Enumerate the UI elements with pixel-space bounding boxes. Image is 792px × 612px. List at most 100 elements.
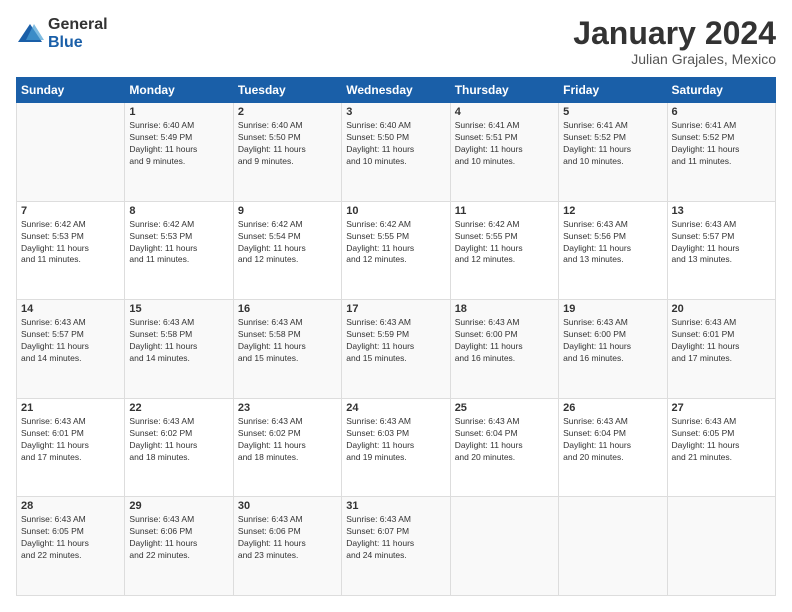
day-info: Sunrise: 6:43 AM Sunset: 5:57 PM Dayligh… (21, 317, 120, 365)
logo-blue-text: Blue (48, 34, 108, 52)
day-number: 11 (455, 205, 554, 217)
day-info: Sunrise: 6:43 AM Sunset: 5:59 PM Dayligh… (346, 317, 445, 365)
day-number: 9 (238, 205, 337, 217)
day-of-week-header: Friday (559, 78, 667, 103)
day-number: 13 (672, 205, 771, 217)
calendar-cell: 28 Sunrise: 6:43 AM Sunset: 6:05 PM Dayli… (17, 497, 125, 596)
calendar-cell: 10 Sunrise: 6:42 AM Sunset: 5:55 PM Dayli… (342, 201, 450, 300)
day-info: Sunrise: 6:43 AM Sunset: 6:04 PM Dayligh… (563, 416, 662, 464)
calendar-cell: 3 Sunrise: 6:40 AM Sunset: 5:50 PM Daylig… (342, 103, 450, 202)
page: General Blue January 2024 Julian Grajale… (0, 0, 792, 612)
calendar-week-row: 21 Sunrise: 6:43 AM Sunset: 6:01 PM Dayli… (17, 398, 776, 497)
day-info: Sunrise: 6:43 AM Sunset: 6:05 PM Dayligh… (672, 416, 771, 464)
day-of-week-header: Tuesday (233, 78, 341, 103)
day-info: Sunrise: 6:43 AM Sunset: 6:04 PM Dayligh… (455, 416, 554, 464)
calendar-body: 1 Sunrise: 6:40 AM Sunset: 5:49 PM Daylig… (17, 103, 776, 596)
location-subtitle: Julian Grajales, Mexico (573, 51, 776, 67)
calendar-cell: 19 Sunrise: 6:43 AM Sunset: 6:00 PM Dayli… (559, 300, 667, 399)
calendar-cell: 18Sunrise: 6:43 AM Sunset: 6:00 PM Dayli… (450, 300, 558, 399)
day-info: Sunrise: 6:43 AM Sunset: 5:58 PM Dayligh… (238, 317, 337, 365)
title-area: January 2024 Julian Grajales, Mexico (573, 16, 776, 67)
calendar-cell: 30Sunrise: 6:43 AM Sunset: 6:06 PM Dayli… (233, 497, 341, 596)
calendar-cell (450, 497, 558, 596)
logo: General Blue (16, 16, 108, 51)
day-number: 17 (346, 303, 445, 315)
calendar-cell: 4 Sunrise: 6:41 AM Sunset: 5:51 PM Daylig… (450, 103, 558, 202)
calendar-week-row: 1 Sunrise: 6:40 AM Sunset: 5:49 PM Daylig… (17, 103, 776, 202)
calendar-cell: 6Sunrise: 6:41 AM Sunset: 5:52 PM Daylig… (667, 103, 775, 202)
calendar-week-row: 28 Sunrise: 6:43 AM Sunset: 6:05 PM Dayli… (17, 497, 776, 596)
day-of-week-header: Monday (125, 78, 233, 103)
calendar-cell: 13Sunrise: 6:43 AM Sunset: 5:57 PM Dayli… (667, 201, 775, 300)
calendar-cell: 7Sunrise: 6:42 AM Sunset: 5:53 PM Daylig… (17, 201, 125, 300)
logo-icon (16, 20, 44, 48)
calendar-cell (667, 497, 775, 596)
day-number: 8 (129, 205, 228, 217)
day-number: 3 (346, 106, 445, 118)
day-of-week-header: Thursday (450, 78, 558, 103)
day-number: 15 (129, 303, 228, 315)
calendar-week-row: 14 Sunrise: 6:43 AM Sunset: 5:57 PM Dayli… (17, 300, 776, 399)
day-number: 28 (21, 500, 120, 512)
calendar-cell: 22 Sunrise: 6:43 AM Sunset: 6:02 PM Dayli… (125, 398, 233, 497)
calendar-cell: 1 Sunrise: 6:40 AM Sunset: 5:49 PM Daylig… (125, 103, 233, 202)
day-info: Sunrise: 6:43 AM Sunset: 6:07 PM Dayligh… (346, 514, 445, 562)
calendar-cell: 27 Sunrise: 6:43 AM Sunset: 6:05 PM Dayli… (667, 398, 775, 497)
day-info: Sunrise: 6:43 AM Sunset: 6:05 PM Dayligh… (21, 514, 120, 562)
day-number: 16 (238, 303, 337, 315)
day-info: Sunrise: 6:40 AM Sunset: 5:49 PM Dayligh… (129, 120, 228, 168)
day-info: Sunrise: 6:43 AM Sunset: 6:06 PM Dayligh… (238, 514, 337, 562)
header: General Blue January 2024 Julian Grajale… (16, 16, 776, 67)
day-number: 1 (129, 106, 228, 118)
day-info: Sunrise: 6:43 AM Sunset: 6:00 PM Dayligh… (455, 317, 554, 365)
calendar-cell: 11 Sunrise: 6:42 AM Sunset: 5:55 PM Dayli… (450, 201, 558, 300)
calendar-cell: 16 Sunrise: 6:43 AM Sunset: 5:58 PM Dayli… (233, 300, 341, 399)
day-info: Sunrise: 6:42 AM Sunset: 5:55 PM Dayligh… (455, 219, 554, 267)
day-number: 12 (563, 205, 662, 217)
day-info: Sunrise: 6:42 AM Sunset: 5:55 PM Dayligh… (346, 219, 445, 267)
day-number: 29 (129, 500, 228, 512)
calendar-table: SundayMondayTuesdayWednesdayThursdayFrid… (16, 77, 776, 596)
day-number: 25 (455, 402, 554, 414)
day-info: Sunrise: 6:43 AM Sunset: 6:02 PM Dayligh… (129, 416, 228, 464)
day-info: Sunrise: 6:41 AM Sunset: 5:52 PM Dayligh… (672, 120, 771, 168)
day-number: 31 (346, 500, 445, 512)
day-info: Sunrise: 6:43 AM Sunset: 5:58 PM Dayligh… (129, 317, 228, 365)
calendar-cell: 20Sunrise: 6:43 AM Sunset: 6:01 PM Dayli… (667, 300, 775, 399)
day-info: Sunrise: 6:42 AM Sunset: 5:54 PM Dayligh… (238, 219, 337, 267)
day-number: 10 (346, 205, 445, 217)
day-of-week-header: Wednesday (342, 78, 450, 103)
header-row: SundayMondayTuesdayWednesdayThursdayFrid… (17, 78, 776, 103)
calendar-cell: 26 Sunrise: 6:43 AM Sunset: 6:04 PM Dayli… (559, 398, 667, 497)
day-number: 4 (455, 106, 554, 118)
day-info: Sunrise: 6:40 AM Sunset: 5:50 PM Dayligh… (238, 120, 337, 168)
day-number: 2 (238, 106, 337, 118)
calendar-cell: 15 Sunrise: 6:43 AM Sunset: 5:58 PM Dayli… (125, 300, 233, 399)
day-info: Sunrise: 6:43 AM Sunset: 6:00 PM Dayligh… (563, 317, 662, 365)
calendar-cell: 14 Sunrise: 6:43 AM Sunset: 5:57 PM Dayli… (17, 300, 125, 399)
day-number: 5 (563, 106, 662, 118)
calendar-cell: 31 Sunrise: 6:43 AM Sunset: 6:07 PM Dayli… (342, 497, 450, 596)
calendar-week-row: 7Sunrise: 6:42 AM Sunset: 5:53 PM Daylig… (17, 201, 776, 300)
day-number: 19 (563, 303, 662, 315)
logo-text: General Blue (48, 16, 108, 51)
day-info: Sunrise: 6:41 AM Sunset: 5:51 PM Dayligh… (455, 120, 554, 168)
day-number: 21 (21, 402, 120, 414)
day-number: 22 (129, 402, 228, 414)
day-info: Sunrise: 6:42 AM Sunset: 5:53 PM Dayligh… (21, 219, 120, 267)
day-number: 27 (672, 402, 771, 414)
day-info: Sunrise: 6:43 AM Sunset: 6:01 PM Dayligh… (21, 416, 120, 464)
day-number: 23 (238, 402, 337, 414)
day-number: 20 (672, 303, 771, 315)
day-info: Sunrise: 6:41 AM Sunset: 5:52 PM Dayligh… (563, 120, 662, 168)
day-of-week-header: Saturday (667, 78, 775, 103)
day-info: Sunrise: 6:40 AM Sunset: 5:50 PM Dayligh… (346, 120, 445, 168)
calendar-cell: 21 Sunrise: 6:43 AM Sunset: 6:01 PM Dayli… (17, 398, 125, 497)
day-info: Sunrise: 6:43 AM Sunset: 5:56 PM Dayligh… (563, 219, 662, 267)
calendar-cell: 29 Sunrise: 6:43 AM Sunset: 6:06 PM Dayli… (125, 497, 233, 596)
day-info: Sunrise: 6:43 AM Sunset: 6:06 PM Dayligh… (129, 514, 228, 562)
day-number: 26 (563, 402, 662, 414)
month-title: January 2024 (573, 16, 776, 51)
calendar-cell: 17 Sunrise: 6:43 AM Sunset: 5:59 PM Dayli… (342, 300, 450, 399)
day-number: 14 (21, 303, 120, 315)
